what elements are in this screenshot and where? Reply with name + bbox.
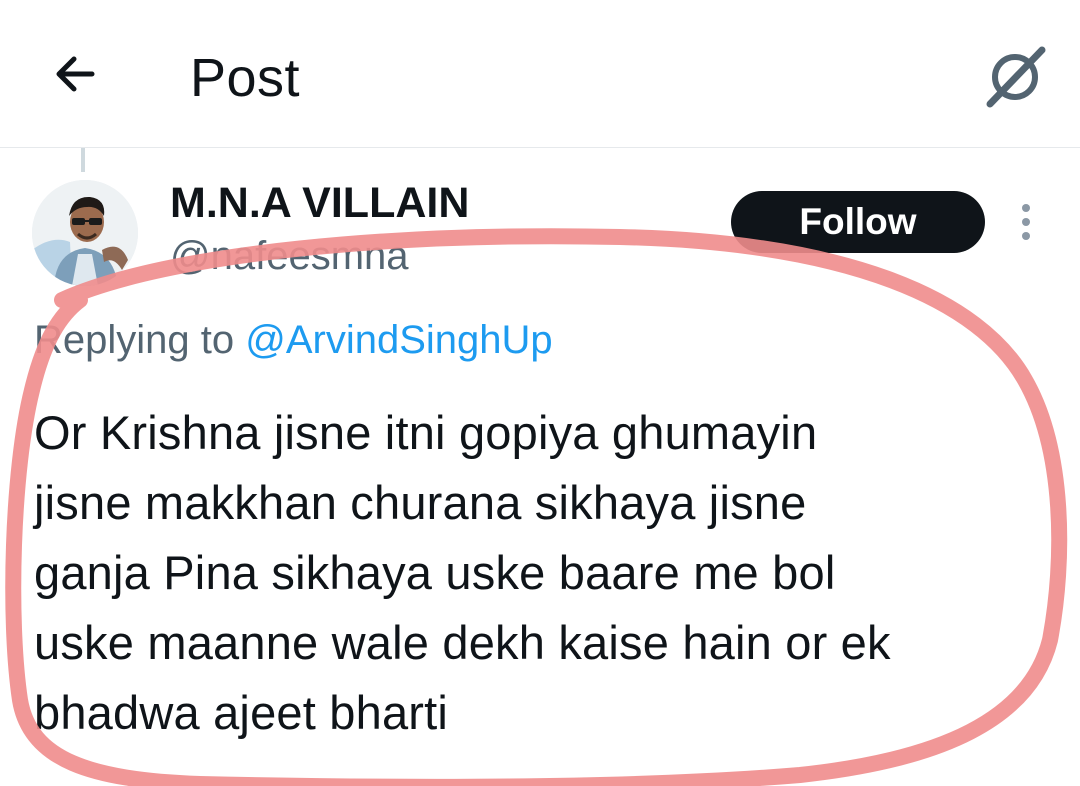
more-vertical-icon	[1022, 204, 1030, 240]
back-button[interactable]	[44, 44, 104, 104]
avatar[interactable]	[32, 180, 138, 286]
profile-photo-icon	[32, 180, 138, 286]
more-options-button[interactable]	[1006, 198, 1046, 246]
grok-button[interactable]	[980, 40, 1052, 112]
replying-to-handle-link[interactable]: @ArvindSinghUp	[245, 318, 552, 362]
replying-to-line: Replying to @ArvindSinghUp	[34, 314, 553, 366]
grok-slash-icon	[986, 46, 1046, 108]
page-title: Post	[190, 48, 301, 108]
author-handle[interactable]: @nafeesmna	[170, 232, 409, 280]
replying-to-label: Replying to	[34, 318, 246, 362]
post-body-text: Or Krishna jisne itni gopiya ghumayin ji…	[34, 406, 891, 739]
follow-button[interactable]: Follow	[731, 191, 985, 253]
arrow-left-icon	[56, 56, 95, 92]
author-display-name[interactable]: M.N.A VILLAIN	[170, 178, 469, 228]
top-app-bar: Post	[0, 0, 1080, 148]
thread-connector-line	[81, 148, 85, 172]
